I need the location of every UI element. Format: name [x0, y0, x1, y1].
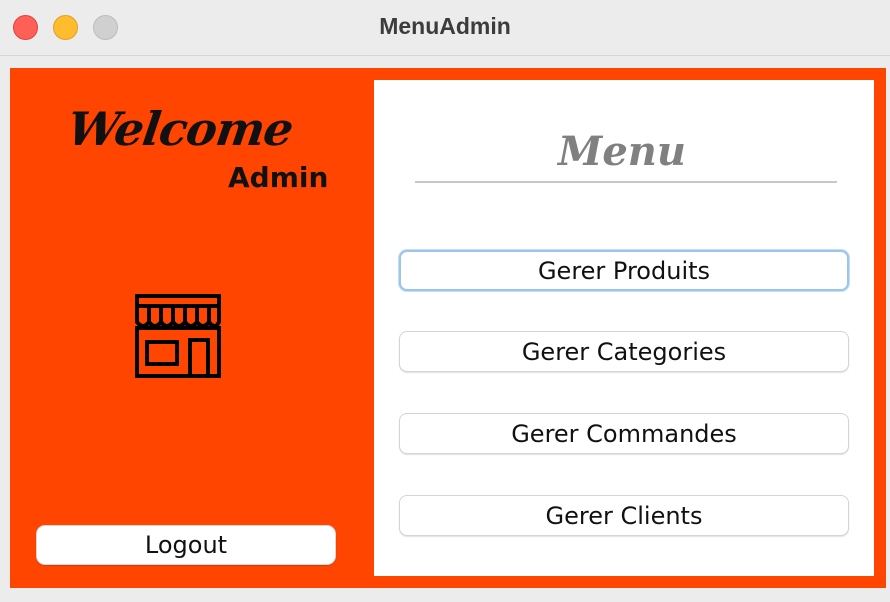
menu-title: Menu: [558, 128, 686, 175]
role-label: Admin: [228, 161, 329, 194]
store-icon: [135, 294, 221, 378]
app-window: MenuAdmin Welcome Admin Logout Menu Gere…: [0, 0, 890, 602]
manage-products-button[interactable]: Gerer Produits: [399, 250, 849, 291]
welcome-heading: Welcome: [64, 102, 297, 156]
manage-clients-button[interactable]: Gerer Clients: [399, 495, 849, 536]
manage-orders-button[interactable]: Gerer Commandes: [399, 413, 849, 454]
menu-divider: [415, 181, 837, 183]
logout-button[interactable]: Logout: [36, 525, 336, 565]
title-bar: MenuAdmin: [0, 0, 890, 56]
window-title: MenuAdmin: [379, 13, 511, 39]
manage-categories-button[interactable]: Gerer Categories: [399, 331, 849, 372]
